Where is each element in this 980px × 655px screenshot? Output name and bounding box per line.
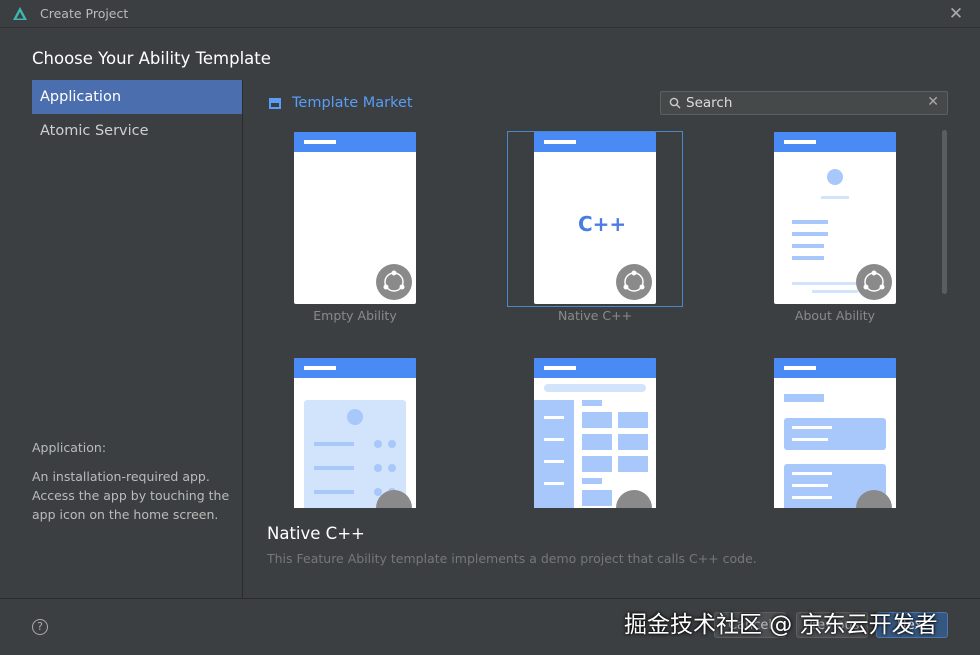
template-preview	[294, 132, 416, 304]
template-gallery: Empty Ability C++ Native C++ About Abili…	[252, 126, 952, 508]
search-box[interactable]: ✕	[660, 91, 948, 115]
template-preview	[774, 132, 896, 304]
clear-icon[interactable]: ✕	[927, 94, 939, 110]
deveco-logo-icon	[13, 7, 27, 20]
template-description-title: Native C++	[267, 524, 365, 543]
sidebar-divider	[242, 80, 243, 598]
template-preview	[774, 358, 896, 508]
template-card-native-cpp[interactable]: C++ Native C++	[507, 131, 683, 323]
template-market-label: Template Market	[292, 95, 413, 111]
template-label: Empty Ability	[313, 308, 397, 323]
template-card-list[interactable]	[734, 352, 910, 508]
template-badge-icon	[616, 264, 652, 300]
sidebar-info-text: An installation-required app. Access the…	[32, 469, 230, 522]
sidebar-item-application[interactable]: Application	[32, 80, 242, 114]
footer-divider	[0, 598, 980, 599]
close-icon[interactable]: ✕	[946, 4, 966, 24]
template-preview	[294, 358, 416, 508]
template-card-about-ability[interactable]: About Ability	[734, 126, 910, 323]
grid-preview-art	[534, 384, 648, 508]
window-title: Create Project	[40, 6, 129, 21]
sidebar: Application Atomic Service Application: …	[32, 80, 242, 598]
template-card-profile[interactable]	[254, 352, 430, 508]
profile-preview-art	[304, 400, 406, 508]
store-icon	[269, 98, 281, 109]
title-bar: Create Project ✕	[0, 0, 980, 28]
template-market-link[interactable]: Template Market	[268, 95, 413, 111]
template-label: About Ability	[794, 308, 876, 323]
sidebar-info-title: Application:	[32, 440, 107, 455]
preview-header	[774, 132, 896, 152]
list-preview-art	[784, 394, 886, 508]
preview-header	[294, 358, 416, 378]
cpp-logo-icon: C++	[578, 212, 627, 236]
template-label: Native C++	[557, 308, 633, 323]
sidebar-info: Application: An installation-required ap…	[32, 438, 232, 524]
sidebar-item-atomic-service[interactable]: Atomic Service	[32, 114, 242, 148]
template-badge-icon	[376, 264, 412, 300]
gallery-scrollbar[interactable]	[942, 130, 947, 294]
template-card-grid[interactable]	[494, 352, 670, 508]
watermark-text: 掘金技术社区 @ 京东云开发者	[624, 612, 938, 638]
preview-header	[534, 132, 656, 152]
preview-header	[774, 358, 896, 378]
search-input[interactable]	[686, 95, 916, 111]
help-icon[interactable]: ?	[32, 619, 48, 635]
template-card-empty-ability[interactable]: Empty Ability	[254, 126, 430, 323]
template-preview: C++	[534, 132, 656, 304]
page-title: Choose Your Ability Template	[32, 49, 271, 68]
template-preview	[534, 358, 656, 508]
template-badge-icon	[856, 264, 892, 300]
template-description-text: This Feature Ability template implements…	[267, 551, 757, 566]
search-icon	[669, 97, 681, 109]
preview-header	[534, 358, 656, 378]
preview-header	[294, 132, 416, 152]
